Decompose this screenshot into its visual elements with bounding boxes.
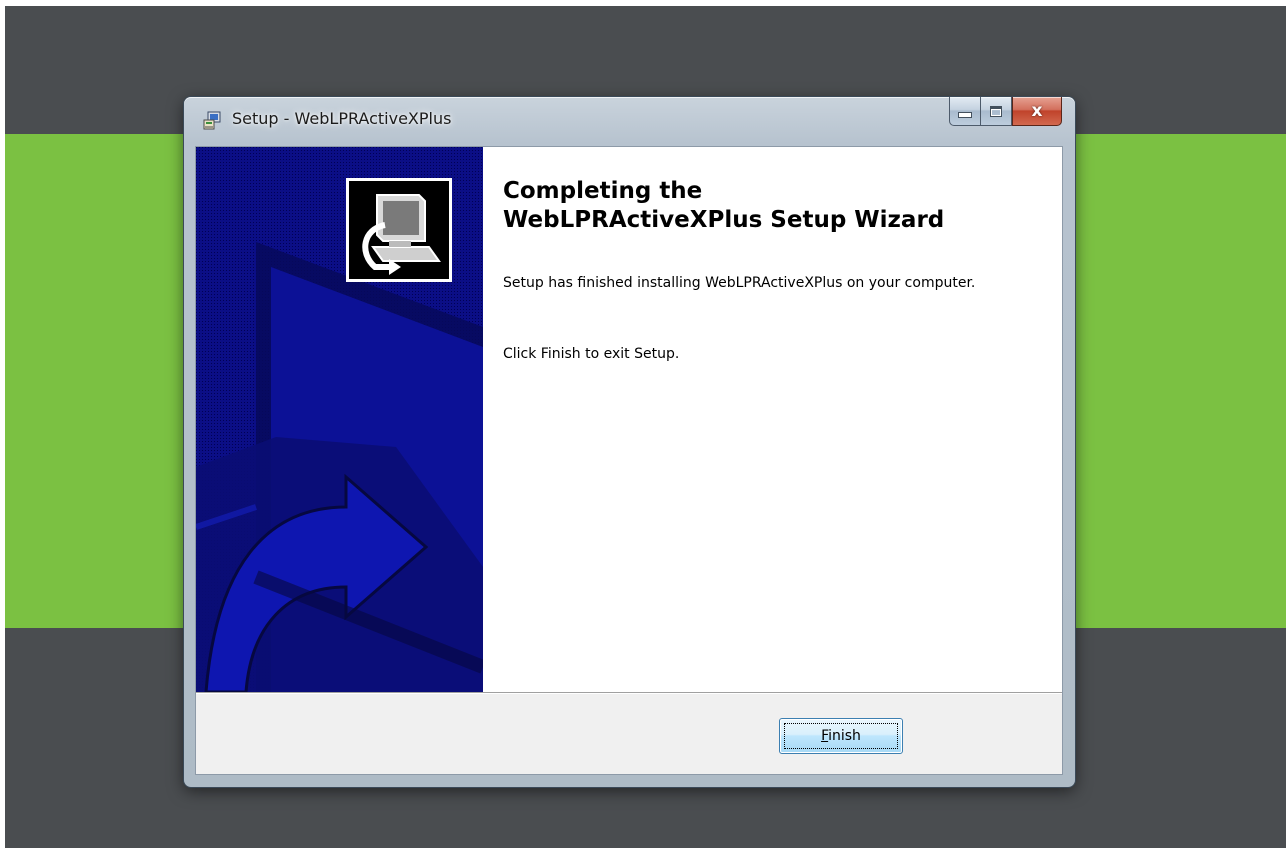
minimize-button[interactable] — [949, 97, 980, 126]
maximize-button[interactable] — [980, 97, 1012, 126]
exit-instruction: Click Finish to exit Setup. — [503, 346, 680, 362]
window-title: Setup - WebLPRActiveXPlus — [232, 109, 452, 128]
finished-message: Setup has finished installing WebLPRActi… — [503, 275, 976, 291]
finish-button[interactable]: Finish — [779, 718, 903, 754]
setup-window: Setup - WebLPRActiveXPlus x Completing t… — [184, 97, 1075, 787]
close-button[interactable]: x — [1012, 97, 1062, 126]
maximize-icon — [990, 105, 1002, 117]
computer-install-icon — [346, 178, 452, 282]
minimize-icon — [958, 112, 972, 118]
wizard-content: Completing the WebLPRActiveXPlus Setup W… — [483, 147, 1062, 692]
wizard-side-image — [196, 147, 483, 692]
heading-line-2: WebLPRActiveXPlus Setup Wizard — [503, 207, 945, 233]
heading-line-1: Completing the — [503, 178, 703, 204]
setup-installer-icon — [202, 111, 222, 131]
wizard-client-area: Completing the WebLPRActiveXPlus Setup W… — [195, 146, 1063, 775]
close-icon: x — [1031, 100, 1043, 121]
title-bar[interactable]: Setup - WebLPRActiveXPlus x — [184, 97, 1075, 145]
caption-buttons: x — [949, 97, 1062, 127]
button-area-divider — [196, 692, 1062, 694]
focus-rectangle — [784, 723, 898, 749]
wizard-heading: Completing the WebLPRActiveXPlus Setup W… — [503, 177, 1043, 235]
